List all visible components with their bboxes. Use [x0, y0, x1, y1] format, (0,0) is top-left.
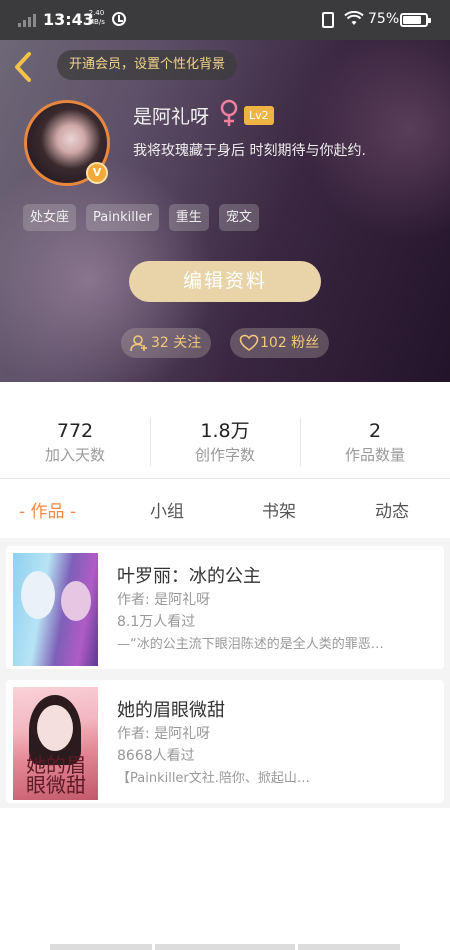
user-bio: 我将玫瑰藏于身后 时刻期待与你赴约.	[133, 143, 366, 159]
chevron-left-icon	[15, 52, 31, 82]
stat-works-count: 2 作品数量	[344, 420, 405, 464]
work-author: 作者: 是阿礼呀	[117, 726, 211, 742]
divider	[150, 418, 151, 466]
cover-title: 她的眉眼微甜	[26, 753, 86, 797]
tab-activity[interactable]: 动态	[375, 497, 409, 522]
work-card[interactable]: 叶罗丽：冰的公主 作者: 是阿礼呀 8.1万人看过 —“冰的公主流下眼泪陈述的是…	[6, 546, 444, 669]
work-views: 8.1万人看过	[117, 614, 196, 630]
back-button[interactable]	[10, 50, 38, 84]
edit-profile-button[interactable]: 编辑资料	[129, 261, 321, 302]
battery-percent: 75%	[368, 11, 400, 27]
work-title: 她的眉眼微甜	[117, 700, 225, 721]
vip-background-prompt[interactable]: 开通会员，设置个性化背景	[57, 50, 238, 80]
tag[interactable]: 宠文	[218, 204, 259, 231]
work-description: 【Painkiller文社.陪你、掀起山…	[117, 771, 310, 786]
vip-badge-icon: V	[86, 162, 108, 184]
tag[interactable]: Painkiller	[86, 204, 159, 231]
user-add-icon	[130, 335, 147, 352]
status-bar: 13:43 2.40 MB/s 75%	[0, 0, 450, 40]
female-icon	[220, 99, 238, 126]
stat-join-days: 772 加入天数	[44, 420, 105, 464]
signal-icon	[18, 13, 38, 27]
tab-groups[interactable]: 小组	[150, 497, 184, 522]
status-time: 13:43	[43, 10, 94, 29]
heart-icon	[239, 334, 259, 351]
following-count: 32 关注	[151, 335, 202, 351]
book-cover: 她的眉眼微甜	[13, 687, 98, 800]
stat-word-count: 1.8万 创作字数	[194, 420, 255, 464]
vibrate-icon	[322, 12, 334, 28]
tab-works[interactable]: - 作品 -	[19, 497, 76, 522]
work-views: 8668人看过	[117, 748, 195, 764]
wifi-icon	[344, 11, 364, 25]
username: 是阿礼呀	[133, 106, 210, 128]
alarm-icon	[112, 12, 126, 26]
fans-count: 102 粉丝	[260, 335, 320, 351]
book-cover	[13, 553, 98, 666]
tag[interactable]: 重生	[168, 204, 209, 231]
work-author: 作者: 是阿礼呀	[117, 592, 211, 608]
divider	[300, 418, 301, 466]
tag[interactable]: 处女座	[23, 204, 77, 231]
tab-bookshelf[interactable]: 书架	[262, 497, 296, 522]
level-badge: Lv2	[244, 106, 274, 125]
fans-button[interactable]: 102 粉丝	[230, 328, 330, 358]
bottom-scroll-indicator	[0, 944, 450, 950]
stats-row: 772 加入天数 1.8万 创作字数 2 作品数量	[0, 382, 450, 479]
work-description: —“冰的公主流下眼泪陈述的是全人类的罪恶…	[117, 637, 384, 652]
work-card[interactable]: 她的眉眼微甜 她的眉眼微甜 作者: 是阿礼呀 8668人看过 【Painkill…	[6, 680, 444, 803]
work-title: 叶罗丽：冰的公主	[117, 566, 261, 587]
tag-list: 处女座 Painkiller 重生 宠文	[23, 204, 259, 231]
tab-bar: - 作品 - 小组 书架 动态	[0, 480, 450, 538]
net-speed: 2.40 MB/s	[88, 9, 105, 26]
following-button[interactable]: 32 关注	[121, 328, 212, 358]
battery-icon	[400, 13, 431, 27]
